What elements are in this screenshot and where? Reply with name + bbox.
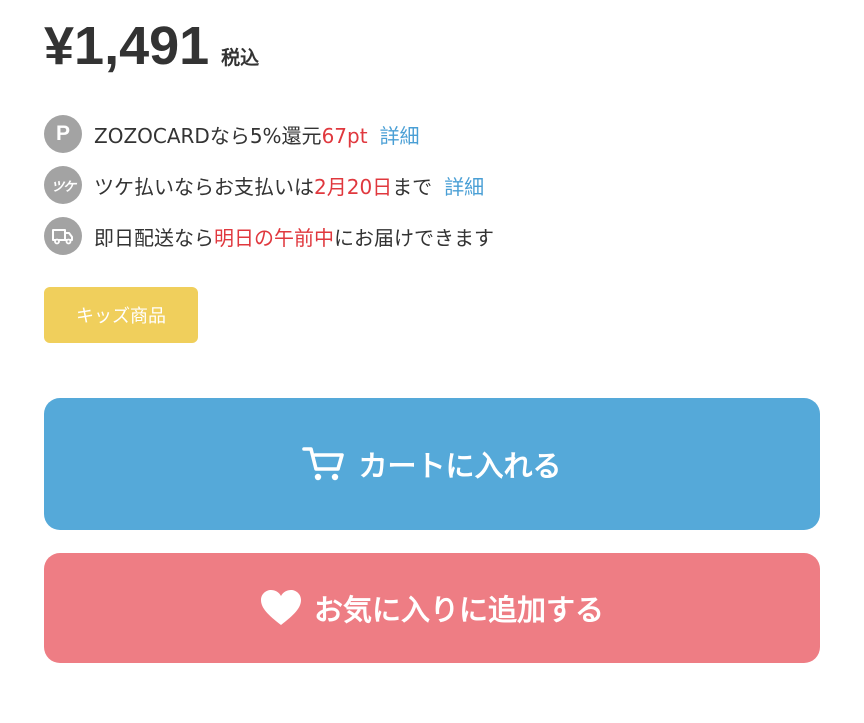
points-value: 67pt [321, 123, 368, 148]
points-detail-link[interactable]: 詳細 [380, 120, 420, 149]
price-row: ¥1,491 税込 [44, 14, 259, 78]
tsuke-icon-label: ツケ [50, 179, 76, 195]
tax-label: 税込 [221, 47, 260, 69]
heart-icon [260, 589, 302, 627]
points-prefix: ZOZOCARDなら5%還元 [94, 123, 322, 148]
truck-icon [44, 217, 82, 255]
tsuke-date: 2月20日 [314, 174, 393, 199]
tsuke-detail-link[interactable]: 詳細 [444, 171, 484, 200]
cart-icon-svg [302, 447, 345, 481]
cart-icon [302, 444, 346, 484]
delivery-row: 即日配送なら明日の午前中にお届けできます [44, 216, 494, 256]
add-to-cart-button[interactable]: カートに入れる [44, 398, 820, 530]
points-row: P ZOZOCARDなら5%還元67pt 詳細 [44, 114, 494, 154]
heart-icon-svg [260, 590, 301, 625]
points-icon: P [44, 115, 82, 153]
points-text: ZOZOCARDなら5%還元67pt [94, 120, 368, 149]
tsuke-row: ツケ ツケ払いならお支払いは2月20日まで 詳細 [44, 165, 494, 205]
tsuke-text: ツケ払いならお支払いは2月20日まで [94, 171, 432, 200]
delivery-prefix: 即日配送なら [94, 225, 214, 250]
tsuke-prefix: ツケ払いならお支払いは [94, 174, 314, 199]
kids-badge: キッズ商品 [44, 287, 198, 343]
tsuke-suffix: まで [392, 174, 433, 199]
delivery-highlight: 明日の午前中 [214, 225, 334, 250]
delivery-text: 即日配送なら明日の午前中にお届けできます [94, 222, 494, 251]
add-to-favorites-label: お気に入りに追加する [313, 593, 604, 627]
delivery-suffix: にお届けできます [334, 225, 494, 250]
price-amount: ¥1,491 [44, 16, 210, 76]
add-to-cart-label: カートに入れる [358, 449, 562, 483]
info-list: P ZOZOCARDなら5%還元67pt 詳細 ツケ ツケ払いならお支払いは2月… [44, 114, 494, 267]
truck-icon-svg [52, 229, 73, 245]
tsuke-icon: ツケ [44, 166, 82, 204]
points-icon-letter: P [55, 122, 70, 145]
add-to-favorites-button[interactable]: お気に入りに追加する [44, 553, 820, 663]
